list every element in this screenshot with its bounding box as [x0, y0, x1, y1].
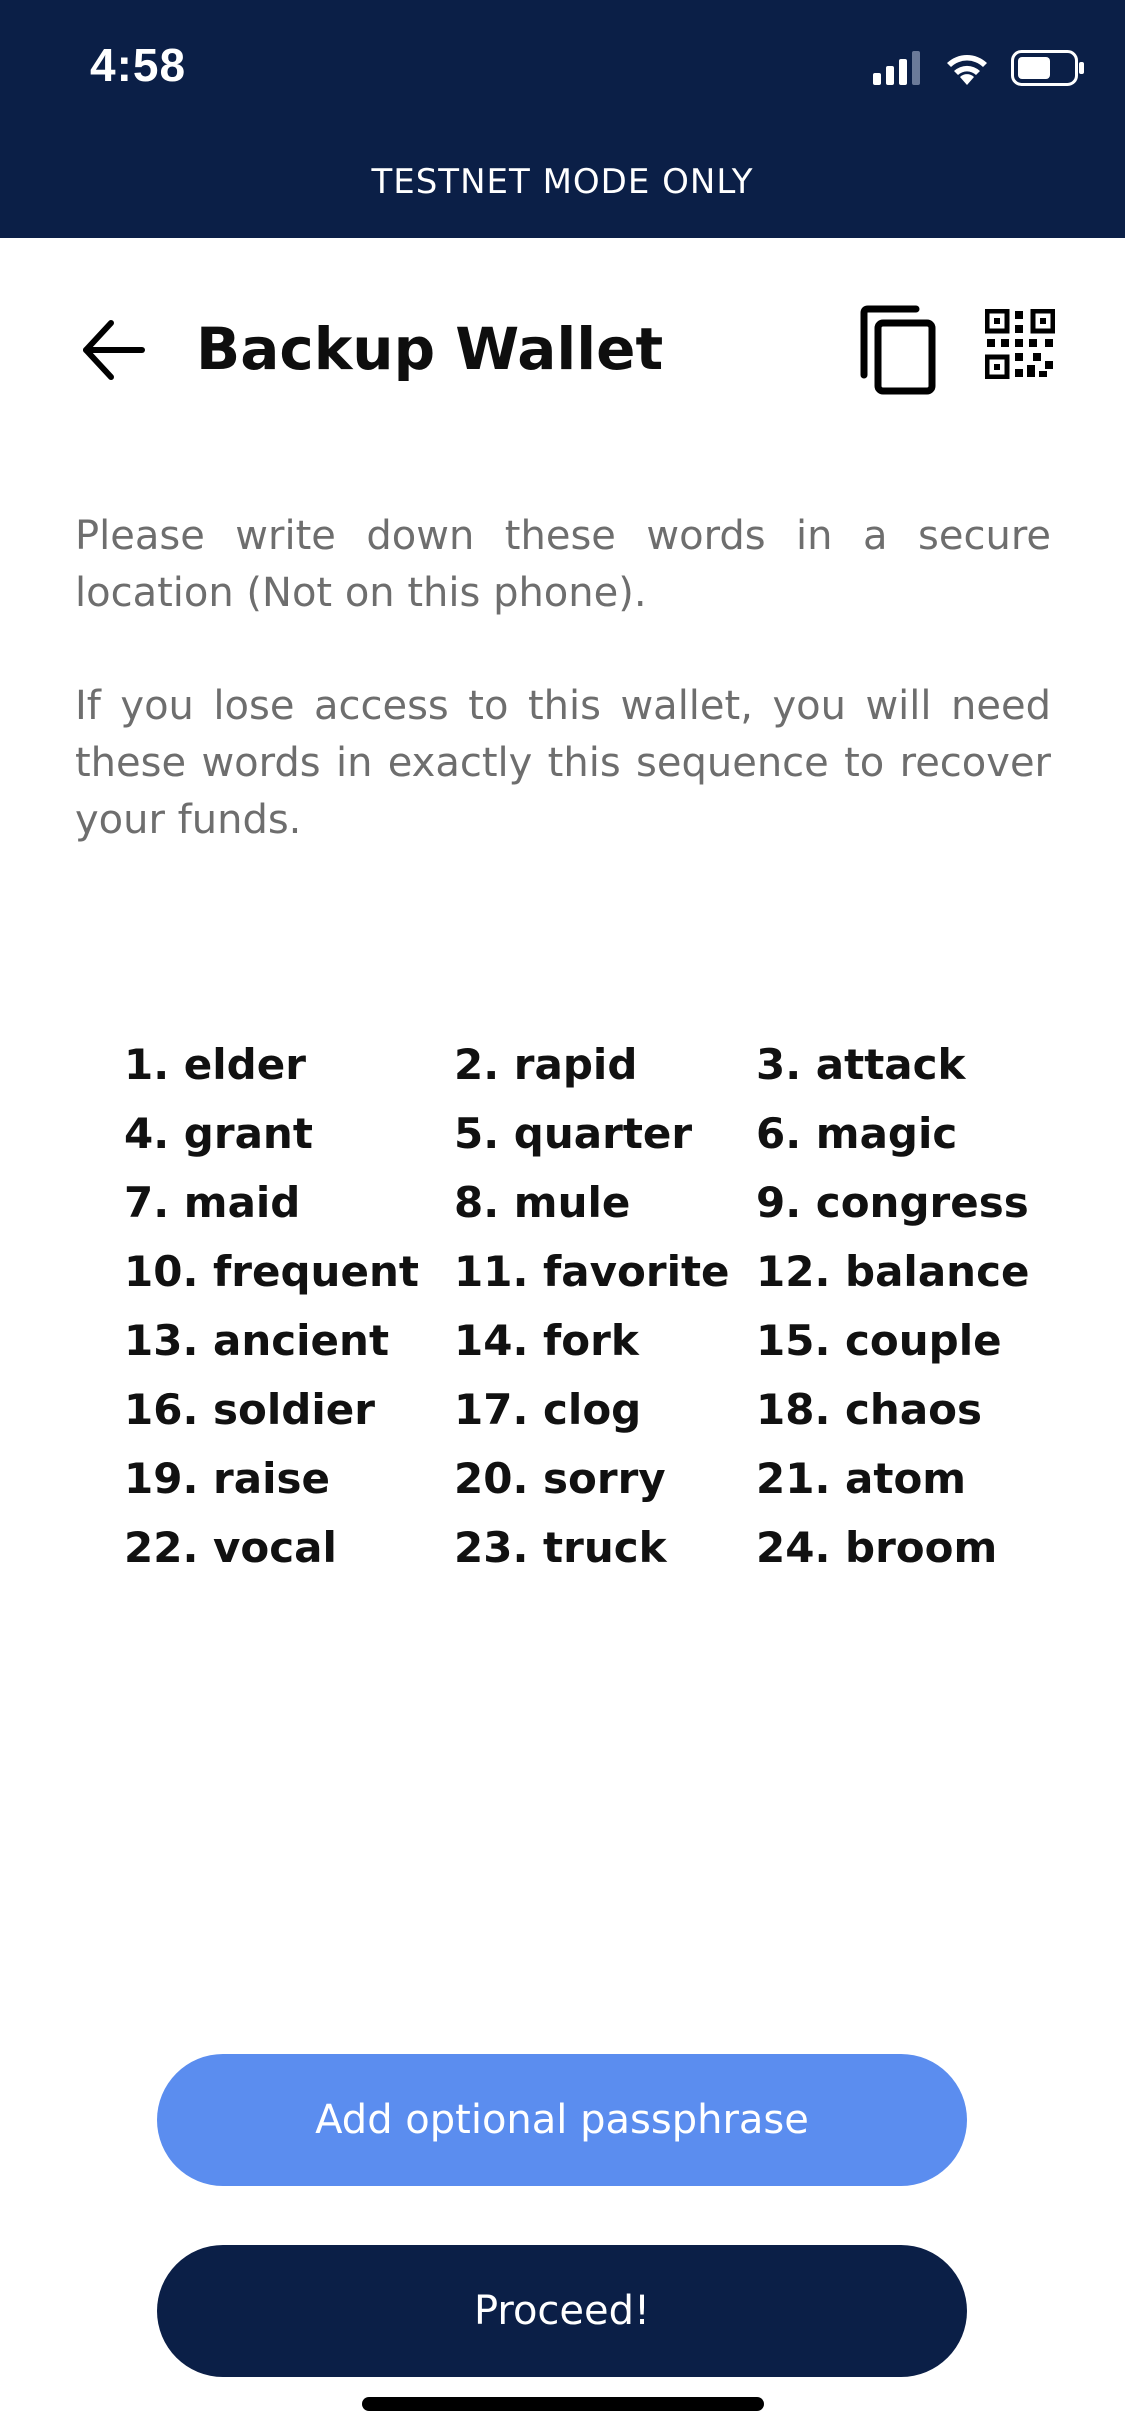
- seed-word: 22. vocal: [124, 1523, 337, 1572]
- seed-word: 6. magic: [756, 1109, 958, 1158]
- seed-word: 13. ancient: [124, 1316, 390, 1365]
- seed-word: 10. frequent: [124, 1247, 419, 1296]
- seed-word: 12. balance: [756, 1247, 1030, 1296]
- instruction-paragraph: Please write down these words in a secur…: [75, 513, 1051, 616]
- seed-word: 18. chaos: [756, 1385, 983, 1434]
- battery-icon: [1011, 50, 1084, 86]
- add-passphrase-button[interactable]: Add optional passphrase: [157, 2054, 967, 2186]
- status-time: 4:58: [90, 39, 187, 91]
- status-bar: 4:58 TESTNET MODE ONLY: [0, 0, 1125, 238]
- qr-code-button[interactable]: [984, 308, 1056, 380]
- seed-word: 14. fork: [454, 1316, 639, 1365]
- page-header: Backup Wallet: [0, 295, 1125, 405]
- qr-code-icon: [984, 308, 1056, 380]
- copy-icon: [860, 305, 936, 395]
- copy-button[interactable]: [858, 305, 938, 395]
- seed-word: 24. broom: [756, 1523, 998, 1572]
- page-title: Backup Wallet: [196, 315, 664, 383]
- testnet-banner: TESTNET MODE ONLY: [371, 162, 754, 202]
- backup-instructions: Please write down these words in a secur…: [75, 508, 1051, 849]
- seed-word: 23. truck: [454, 1523, 667, 1572]
- seed-word: 8. mule: [454, 1178, 631, 1227]
- seed-word: 1. elder: [124, 1040, 306, 1089]
- seed-word: 5. quarter: [454, 1109, 693, 1158]
- seed-word: 11. favorite: [454, 1247, 730, 1296]
- back-button[interactable]: [78, 315, 148, 385]
- arrow-left-icon: [83, 320, 145, 380]
- signal-icon: [873, 51, 920, 85]
- seed-word: 20. sorry: [454, 1454, 666, 1503]
- seed-word: 4. grant: [124, 1109, 313, 1158]
- seed-word: 3. attack: [756, 1040, 966, 1089]
- seed-word: 9. congress: [756, 1178, 1029, 1227]
- home-indicator: [362, 2397, 764, 2411]
- seed-word: 2. rapid: [454, 1040, 638, 1089]
- seed-word: 7. maid: [124, 1178, 301, 1227]
- seed-word: 17. clog: [454, 1385, 642, 1434]
- seed-word: 19. raise: [124, 1454, 330, 1503]
- status-icons: [873, 50, 1085, 86]
- seed-word: 21. atom: [756, 1454, 967, 1503]
- wifi-icon: [947, 55, 987, 85]
- seed-word: 16. soldier: [124, 1385, 375, 1434]
- instruction-paragraph: If you lose access to this wallet, you w…: [75, 683, 1051, 843]
- seed-word: 15. couple: [756, 1316, 1002, 1365]
- seed-word-grid: 1. elder 2. rapid 3. attack 4. grant 5. …: [124, 1030, 1030, 1582]
- proceed-button[interactable]: Proceed!: [157, 2245, 967, 2377]
